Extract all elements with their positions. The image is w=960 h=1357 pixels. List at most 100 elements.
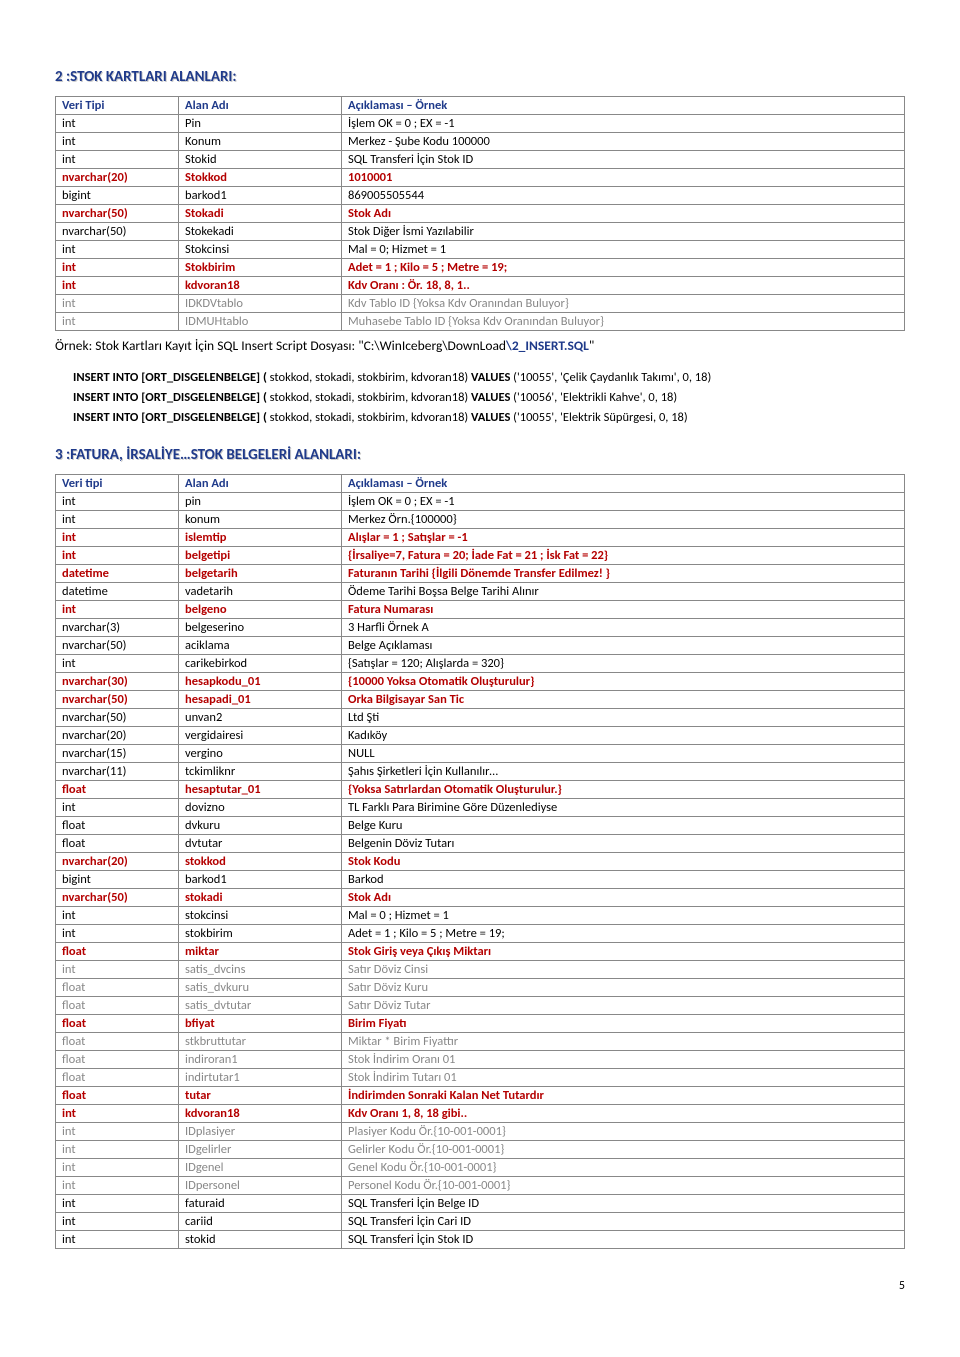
cell-type: nvarchar(11): [56, 763, 179, 781]
sql-cols: stokkod, stokadi, stokbirim, kdvoran18): [267, 390, 471, 405]
cell-name: dvkuru: [179, 817, 342, 835]
cell-name: Stokadi: [179, 205, 342, 223]
cell-name: IDpersonel: [179, 1177, 342, 1195]
cell-type: int: [56, 1141, 179, 1159]
cell-desc: Gelirler Kodu Ör.{10-001-0001}: [342, 1141, 905, 1159]
cell-desc: Ltd Şti: [342, 709, 905, 727]
cell-name: IDMUHtablo: [179, 313, 342, 331]
table-row: intsatis_dvcinsSatır Döviz Cinsi: [56, 961, 905, 979]
cell-name: hesapadi_01: [179, 691, 342, 709]
table-row: intstokbirimAdet = 1 ; Kilo = 5 ; Metre …: [56, 925, 905, 943]
sql-line: INSERT INTO [ORT_DISGELENBELGE] ( stokko…: [73, 368, 905, 388]
cell-desc: Stok İndirim Tutarı 01: [342, 1069, 905, 1087]
cell-name: barkod1: [179, 187, 342, 205]
table-row: nvarchar(50)StokadiStok Adı: [56, 205, 905, 223]
cell-type: float: [56, 1051, 179, 1069]
cell-type: nvarchar(3): [56, 619, 179, 637]
cell-desc: Stok Adı: [342, 205, 905, 223]
table-row: nvarchar(3)belgeserino3 Harfli Örnek A: [56, 619, 905, 637]
table-row: floatindirtutar1Stok İndirim Tutarı 01: [56, 1069, 905, 1087]
cell-type: int: [56, 151, 179, 169]
table-row: intStokcinsiMal = 0; Hizmet = 1: [56, 241, 905, 259]
cell-type: nvarchar(20): [56, 727, 179, 745]
cell-desc: Stok Adı: [342, 889, 905, 907]
section3-th-desc: Açıklaması – Örnek: [342, 475, 905, 493]
cell-type: bigint: [56, 871, 179, 889]
table-row: intbelgenoFatura Numarası: [56, 601, 905, 619]
table-row: intbelgetipi{İrsaliye=7, Fatura = 20; İa…: [56, 547, 905, 565]
cell-type: float: [56, 1069, 179, 1087]
table-row: nvarchar(50)unvan2Ltd Şti: [56, 709, 905, 727]
cell-name: tutar: [179, 1087, 342, 1105]
cell-name: indiroran1: [179, 1051, 342, 1069]
cell-desc: NULL: [342, 745, 905, 763]
cell-desc: SQL Transferi İçin Cari ID: [342, 1213, 905, 1231]
cell-type: nvarchar(20): [56, 169, 179, 187]
cell-desc: 869005505544: [342, 187, 905, 205]
cell-desc: Ödeme Tarihi Boşsa Belge Tarihi Alınır: [342, 583, 905, 601]
cell-type: nvarchar(50): [56, 691, 179, 709]
cell-desc: Alışlar = 1 ; Satışlar = -1: [342, 529, 905, 547]
table-row: intStokidSQL Transferi İçin Stok ID: [56, 151, 905, 169]
cell-type: int: [56, 295, 179, 313]
sql-values: VALUES: [471, 370, 510, 385]
sql-cols: stokkod, stokadi, stokbirim, kdvoran18): [267, 370, 471, 385]
cell-type: nvarchar(50): [56, 223, 179, 241]
table-row: nvarchar(15)verginoNULL: [56, 745, 905, 763]
table-row: intkonumMerkez Örn.{100000}: [56, 511, 905, 529]
cell-name: vergidairesi: [179, 727, 342, 745]
cell-name: aciklama: [179, 637, 342, 655]
cell-name: pin: [179, 493, 342, 511]
cell-type: int: [56, 511, 179, 529]
cell-name: Stokbirim: [179, 259, 342, 277]
table-row: intcariidSQL Transferi İçin Cari ID: [56, 1213, 905, 1231]
section2-heading: 2 :STOK KARTLARI ALANLARI:: [55, 68, 905, 86]
table-row: nvarchar(30)hesapkodu_01{10000 Yoksa Oto…: [56, 673, 905, 691]
cell-name: indirtutar1: [179, 1069, 342, 1087]
cell-desc: Barkod: [342, 871, 905, 889]
table-row: intstokcinsiMal = 0 ; Hizmet = 1: [56, 907, 905, 925]
example-prefix: Örnek: Stok Kartları Kayıt İçin SQL Inse…: [55, 337, 506, 354]
cell-desc: SQL Transferi İçin Stok ID: [342, 1231, 905, 1249]
cell-name: barkod1: [179, 871, 342, 889]
cell-desc: Muhasebe Tablo ID {Yoksa Kdv Oranından B…: [342, 313, 905, 331]
table-row: floatdvkuruBelge Kuru: [56, 817, 905, 835]
section3-table: Veri tipi Alan Adı Açıklaması – Örnek in…: [55, 474, 905, 1249]
section2-th-type: Veri Tipi: [56, 97, 179, 115]
table-row: datetimevadetarihÖdeme Tarihi Boşsa Belg…: [56, 583, 905, 601]
cell-type: int: [56, 259, 179, 277]
table-row: intIDpersonelPersonel Kodu Ör.{10-001-00…: [56, 1177, 905, 1195]
table-row: bigintbarkod1Barkod: [56, 871, 905, 889]
cell-desc: Plasiyer Kodu Ör.{10-001-0001}: [342, 1123, 905, 1141]
table-row: nvarchar(20)stokkodStok Kodu: [56, 853, 905, 871]
cell-type: nvarchar(50): [56, 205, 179, 223]
cell-desc: Merkez - Şube Kodu 100000: [342, 133, 905, 151]
cell-desc: Stok Giriş veya Çıkış Miktarı: [342, 943, 905, 961]
table-row: floatdvtutarBelgenin Döviz Tutarı: [56, 835, 905, 853]
cell-desc: Adet = 1 ; Kilo = 5 ; Metre = 19;: [342, 925, 905, 943]
cell-type: float: [56, 979, 179, 997]
table-row: nvarchar(20)Stokkod1010001: [56, 169, 905, 187]
cell-type: int: [56, 133, 179, 151]
cell-type: int: [56, 241, 179, 259]
cell-desc: Satır Döviz Tutar: [342, 997, 905, 1015]
table-row: bigintbarkod1869005505544: [56, 187, 905, 205]
cell-type: int: [56, 529, 179, 547]
cell-name: satis_dvkuru: [179, 979, 342, 997]
cell-name: islemtip: [179, 529, 342, 547]
cell-type: float: [56, 781, 179, 799]
cell-desc: Kdv Tablo ID {Yoksa Kdv Oranından Buluyo…: [342, 295, 905, 313]
table-row: intIDgelirlerGelirler Kodu Ör.{10-001-00…: [56, 1141, 905, 1159]
cell-type: bigint: [56, 187, 179, 205]
table-row: nvarchar(50)aciklamaBelge Açıklaması: [56, 637, 905, 655]
cell-type: float: [56, 817, 179, 835]
section3-th-name: Alan Adı: [179, 475, 342, 493]
cell-type: float: [56, 1015, 179, 1033]
cell-type: int: [56, 1195, 179, 1213]
cell-desc: Mal = 0; Hizmet = 1: [342, 241, 905, 259]
cell-desc: Miktar * Birim Fiyattır: [342, 1033, 905, 1051]
cell-desc: {Yoksa Satırlardan Otomatik Oluşturulur.…: [342, 781, 905, 799]
cell-type: int: [56, 601, 179, 619]
cell-type: float: [56, 943, 179, 961]
cell-name: dovizno: [179, 799, 342, 817]
